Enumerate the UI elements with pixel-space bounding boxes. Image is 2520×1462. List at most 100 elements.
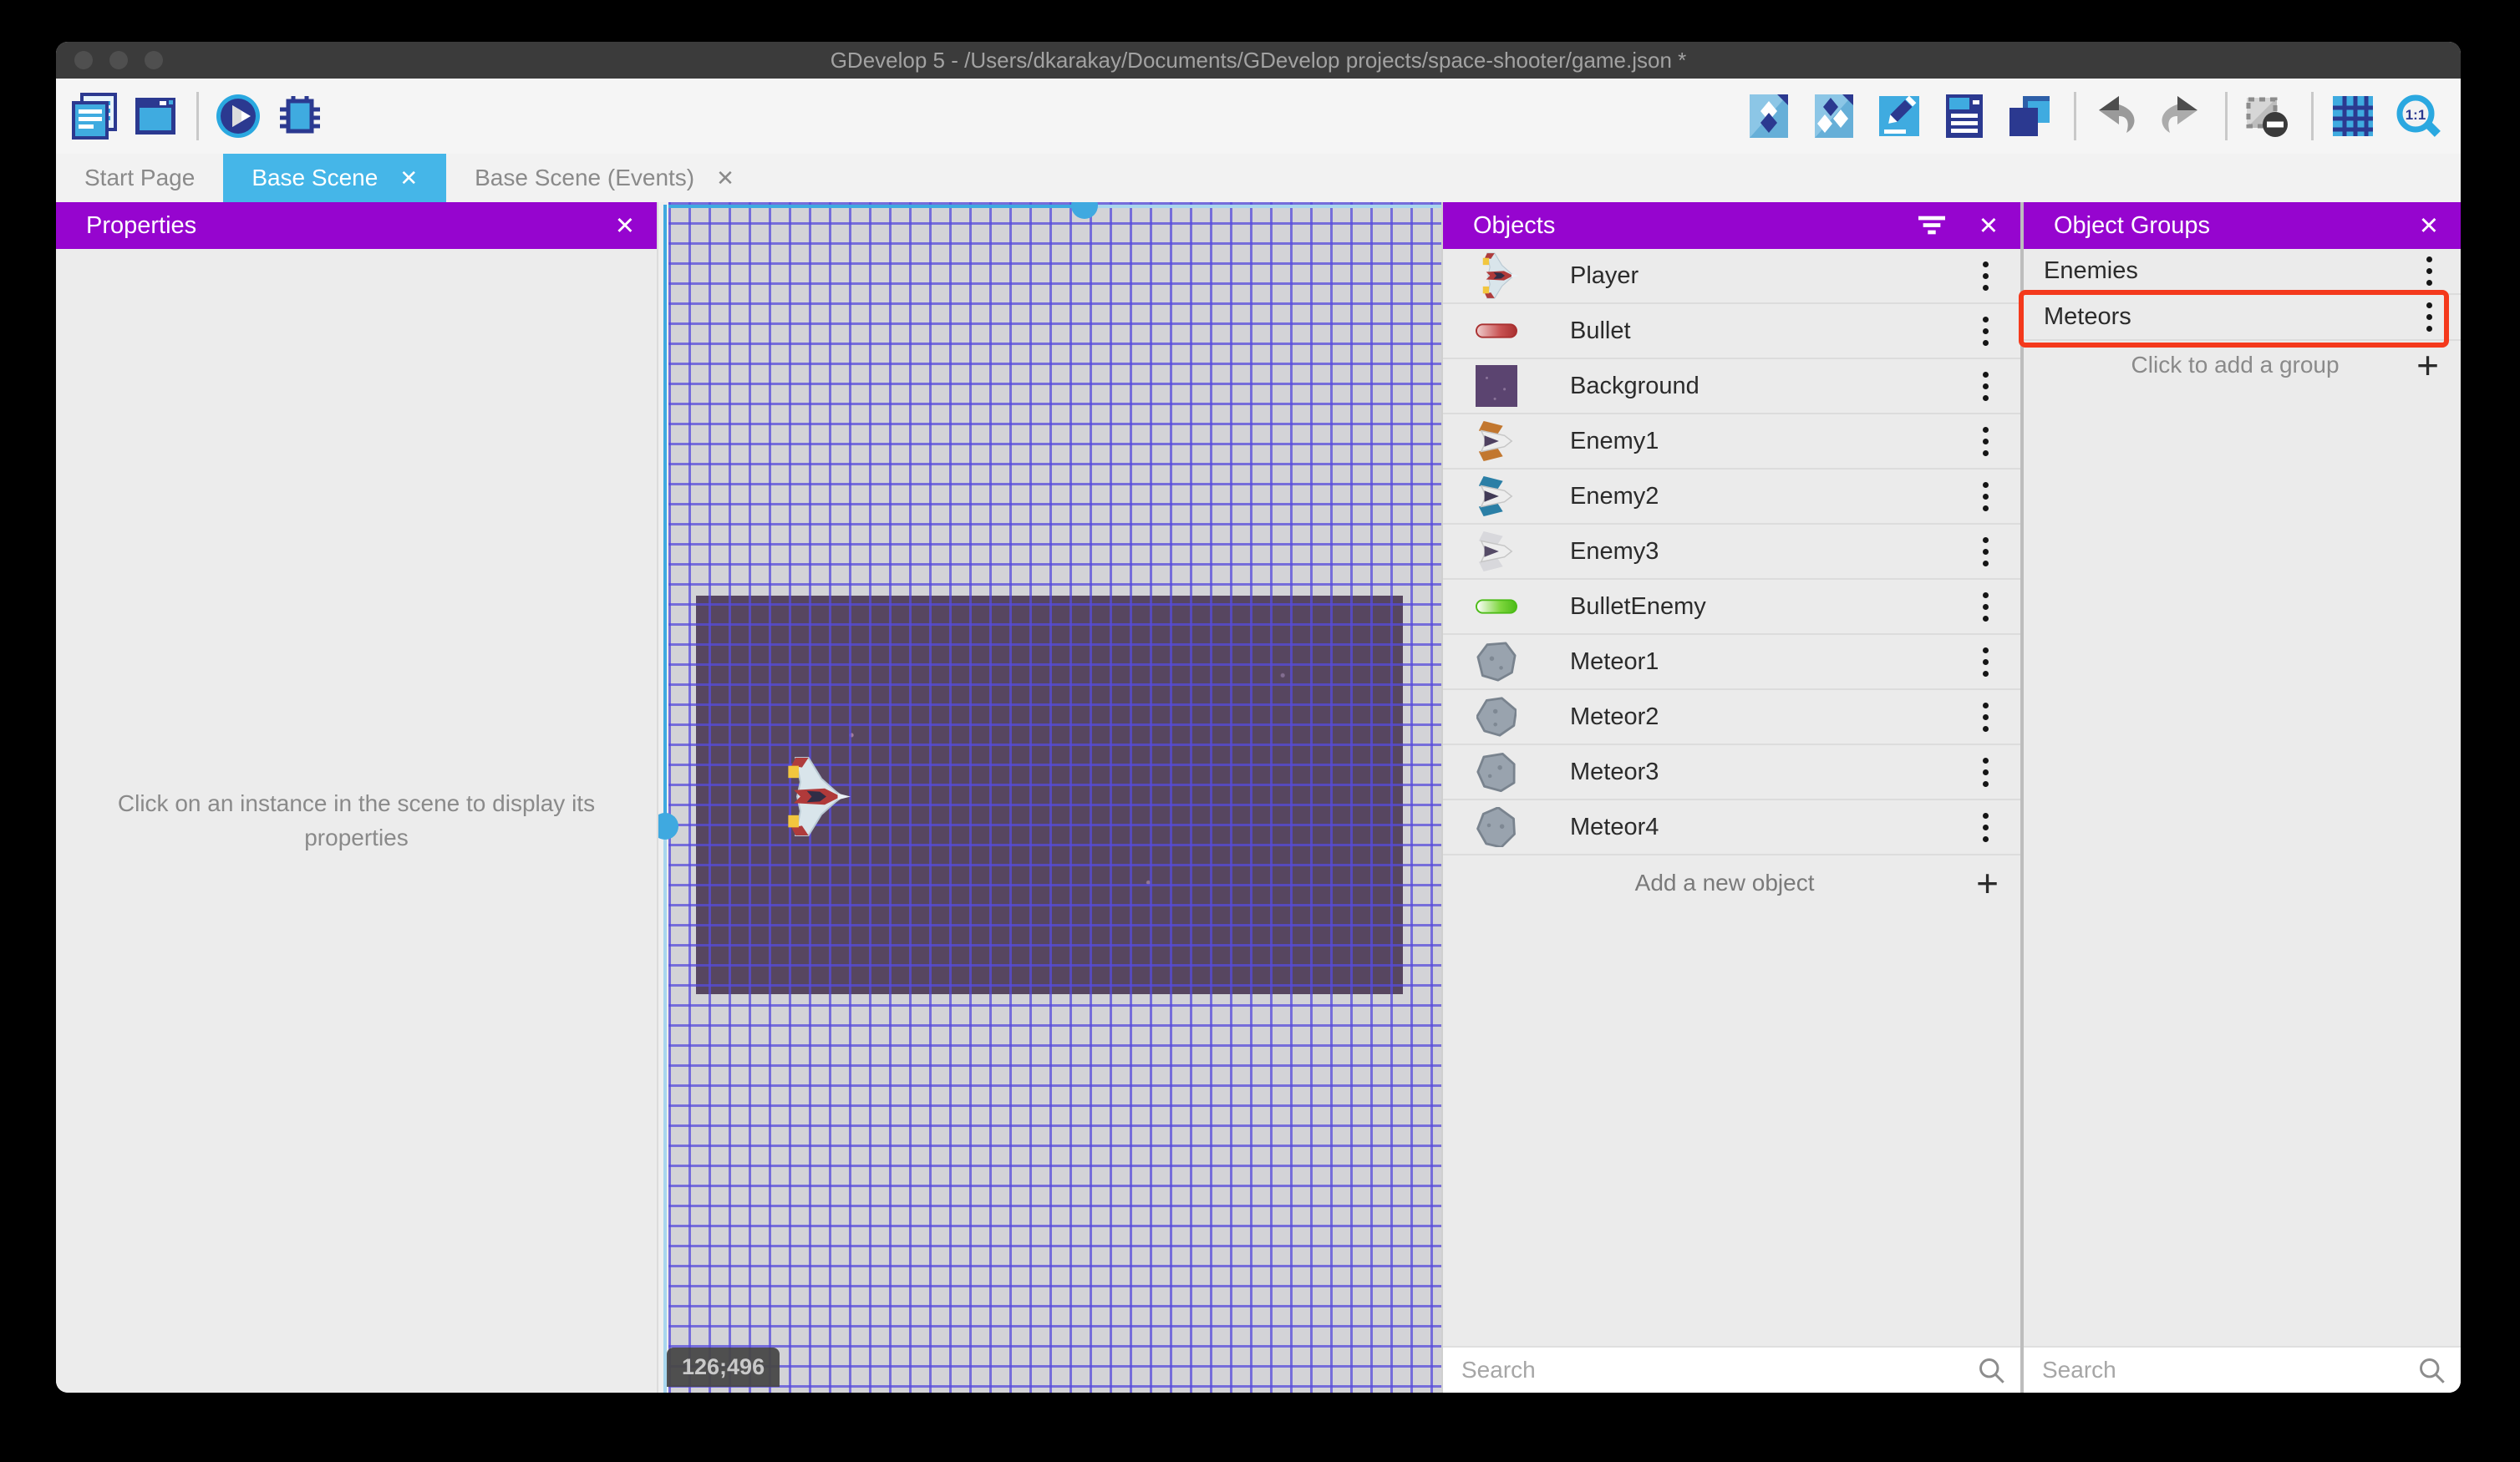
- cursor-coordinates-badge: 126;496: [667, 1348, 780, 1387]
- meteor1-icon: [1473, 638, 1520, 685]
- toolbar-separator: [2074, 92, 2076, 140]
- object-row-meteor2[interactable]: Meteor2: [1443, 690, 2020, 745]
- play-icon[interactable]: [214, 92, 262, 140]
- tab-close-icon[interactable]: ✕: [399, 165, 418, 191]
- debug-icon[interactable]: [276, 92, 324, 140]
- search-icon: [2420, 1358, 2445, 1383]
- editor-content: Properties ✕ Click on an instance in the…: [56, 202, 2461, 1393]
- group-menu-button[interactable]: [2412, 251, 2446, 292]
- project-manager-icon[interactable]: [69, 92, 118, 140]
- close-window-button[interactable]: [74, 51, 93, 69]
- tab-close-icon[interactable]: ✕: [716, 165, 734, 191]
- plus-icon[interactable]: +: [1976, 864, 1999, 902]
- tab-label: Base Scene (Events): [475, 165, 695, 190]
- object-menu-button[interactable]: [1969, 421, 2002, 461]
- selection-edge-top: [668, 205, 1085, 208]
- toolbar-right-group: 1:1: [1745, 92, 2442, 140]
- properties-empty-message: Click on an instance in the scene to dis…: [117, 789, 596, 850]
- meteor2-icon: [1473, 693, 1520, 740]
- object-label: Meteor3: [1570, 758, 1659, 785]
- group-row-meteors[interactable]: Meteors: [2019, 290, 2461, 348]
- enemy3-ship-icon: [1473, 528, 1520, 575]
- object-row-enemy2[interactable]: Enemy2: [1443, 470, 2020, 525]
- object-row-player[interactable]: Player: [1443, 249, 2020, 304]
- object-groups-panel: Object Groups ✕ Enemies Meteors Click to …: [2019, 202, 2461, 1393]
- properties-panel-icon[interactable]: [1875, 92, 1923, 140]
- object-label: Meteor1: [1570, 647, 1659, 675]
- object-label: BulletEnemy: [1570, 592, 1706, 620]
- object-menu-button[interactable]: [1969, 586, 2002, 627]
- object-menu-button[interactable]: [1969, 807, 2002, 847]
- add-object-row[interactable]: Add a new object +: [1443, 855, 2020, 911]
- add-group-row[interactable]: Click to add a group +: [2024, 341, 2461, 389]
- zoom-original-icon[interactable]: 1:1: [2394, 92, 2442, 140]
- group-menu-button[interactable]: [2412, 297, 2446, 338]
- object-label: Background: [1570, 372, 1699, 399]
- toggle-grid-icon[interactable]: [2329, 92, 2377, 140]
- groups-search-input[interactable]: [2027, 1357, 2417, 1383]
- object-menu-button[interactable]: [1969, 531, 2002, 571]
- undo-icon[interactable]: [2091, 92, 2140, 140]
- object-row-enemy1[interactable]: Enemy1: [1443, 414, 2020, 470]
- selection-edge-top-light: [1085, 205, 1441, 208]
- toolbar-separator: [2311, 92, 2314, 140]
- object-row-meteor4[interactable]: Meteor4: [1443, 800, 2020, 855]
- object-label: Meteor2: [1570, 703, 1659, 730]
- toolbar-separator: [196, 92, 199, 140]
- meteor4-icon: [1473, 804, 1520, 850]
- toggle-mask-icon[interactable]: [2243, 92, 2291, 140]
- plus-icon[interactable]: +: [2416, 346, 2439, 384]
- object-menu-button[interactable]: [1969, 256, 2002, 296]
- tab-bar: Start Page Base Scene ✕ Base Scene (Events)…: [56, 154, 2461, 202]
- player-instance[interactable]: [771, 756, 852, 837]
- close-icon[interactable]: ✕: [1979, 211, 1999, 241]
- object-row-enemy3[interactable]: Enemy3: [1443, 525, 2020, 580]
- object-menu-button[interactable]: [1969, 476, 2002, 516]
- zoom-window-button[interactable]: [145, 51, 163, 69]
- close-icon[interactable]: ✕: [615, 211, 635, 241]
- object-row-bullet[interactable]: Bullet: [1443, 304, 2020, 359]
- close-icon[interactable]: ✕: [2419, 211, 2439, 241]
- object-menu-button[interactable]: [1969, 697, 2002, 737]
- tab-base-scene[interactable]: Base Scene ✕: [223, 154, 447, 202]
- selection-edge-left: [663, 205, 667, 826]
- tab-base-scene-events-[interactable]: Base Scene (Events) ✕: [446, 154, 763, 202]
- object-menu-button[interactable]: [1969, 366, 2002, 406]
- object-label: Meteor4: [1570, 813, 1659, 840]
- properties-panel-header: Properties ✕: [56, 202, 657, 249]
- object-groups-list: Enemies Meteors: [2019, 249, 2461, 348]
- gdevelop-window: GDevelop 5 - /Users/dkarakay/Documents/G…: [56, 42, 2461, 1393]
- filter-icon[interactable]: [1918, 215, 1945, 236]
- layers-icon[interactable]: [2005, 92, 2054, 140]
- start-page-icon[interactable]: [131, 92, 180, 140]
- object-row-meteor3[interactable]: Meteor3: [1443, 745, 2020, 800]
- groups-search-bar: [2024, 1346, 2461, 1393]
- redo-icon[interactable]: [2157, 92, 2205, 140]
- object-groups-panel-icon[interactable]: [1810, 92, 1858, 140]
- player-ship-icon: [1473, 252, 1520, 299]
- objects-panel-title: Objects: [1473, 211, 1556, 239]
- minimize-window-button[interactable]: [109, 51, 128, 69]
- meteor3-icon: [1473, 749, 1520, 795]
- object-menu-button[interactable]: [1969, 642, 2002, 682]
- objects-panel-icon[interactable]: [1745, 92, 1793, 140]
- instances-list-icon[interactable]: [1940, 92, 1989, 140]
- enemy2-ship-icon: [1473, 473, 1520, 520]
- red-bullet-icon: [1473, 307, 1520, 354]
- object-label: Enemy2: [1570, 482, 1659, 510]
- tab-start-page[interactable]: Start Page: [56, 154, 223, 202]
- object-row-meteor1[interactable]: Meteor1: [1443, 635, 2020, 690]
- toolbar-separator: [2225, 92, 2228, 140]
- add-object-label: Add a new object: [1634, 870, 1815, 896]
- object-row-background[interactable]: Background: [1443, 359, 2020, 414]
- group-row-enemies[interactable]: Enemies: [2024, 249, 2461, 295]
- title-bar: GDevelop 5 - /Users/dkarakay/Documents/G…: [56, 42, 2461, 79]
- group-label: Enemies: [2044, 257, 2138, 284]
- add-group-label: Click to add a group: [2131, 352, 2340, 378]
- object-menu-button[interactable]: [1969, 752, 2002, 792]
- object-row-bulletenemy[interactable]: BulletEnemy: [1443, 580, 2020, 635]
- objects-search-input[interactable]: [1446, 1357, 1977, 1383]
- scene-canvas[interactable]: 126;496: [658, 202, 1441, 1393]
- properties-panel-title: Properties: [86, 211, 197, 239]
- object-menu-button[interactable]: [1969, 311, 2002, 351]
